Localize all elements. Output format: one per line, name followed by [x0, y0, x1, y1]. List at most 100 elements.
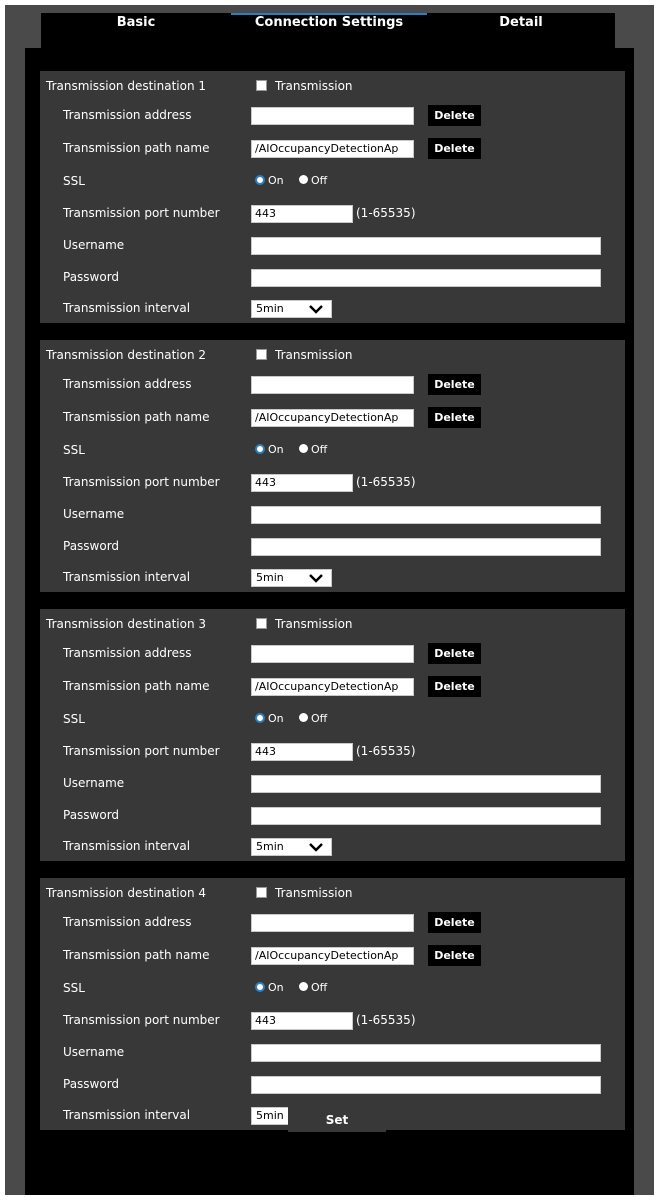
tab-connection-settings[interactable]: Connection Settings	[231, 13, 427, 48]
tab-bar: Basic Connection Settings Detail	[5, 5, 654, 48]
delete-path-button[interactable]: Delete	[428, 676, 481, 697]
interval-value: 5min	[256, 1109, 284, 1122]
transmission-checkbox[interactable]	[256, 80, 267, 91]
password-label: Password	[63, 1077, 120, 1091]
tab-basic[interactable]: Basic	[41, 13, 231, 48]
settings-frame: Basic Connection Settings Detail Transmi…	[5, 5, 654, 1195]
interval-value: 5min	[256, 302, 284, 315]
port-input[interactable]: 443	[251, 205, 353, 223]
delete-path-button[interactable]: Delete	[428, 138, 481, 159]
delete-path-button[interactable]: Delete	[428, 407, 481, 428]
transmission-checkbox-label: Transmission	[275, 79, 353, 93]
password-label: Password	[63, 808, 120, 822]
chevron-down-icon	[309, 843, 323, 852]
row-address: Transmission address Delete	[40, 374, 625, 396]
row-address: Transmission address Delete	[40, 912, 625, 934]
row-interval: Transmission interval 5min	[40, 567, 625, 589]
row-interval: Transmission interval 5min	[40, 298, 625, 320]
row-username: Username	[40, 235, 625, 257]
ssl-label: SSL	[63, 981, 85, 995]
address-input[interactable]	[251, 107, 414, 125]
tab-detail[interactable]: Detail	[427, 13, 615, 48]
path-input[interactable]: /AIOccupancyDetectionAp	[251, 678, 414, 696]
ssl-off-radio[interactable]	[299, 982, 308, 991]
row-ssl: SSL On Off	[40, 171, 625, 193]
destination-section-1: Transmission destination 1 Transmission …	[40, 71, 625, 323]
address-input[interactable]	[251, 645, 414, 663]
ssl-label: SSL	[63, 712, 85, 726]
port-input[interactable]: 443	[251, 474, 353, 492]
username-label: Username	[63, 776, 125, 790]
username-input[interactable]	[251, 237, 601, 255]
section-title: Transmission destination 4	[46, 886, 207, 900]
password-input[interactable]	[251, 269, 601, 287]
delete-address-button[interactable]: Delete	[428, 105, 481, 126]
ssl-on-radio[interactable]	[255, 982, 265, 992]
port-range-hint: (1-65535)	[356, 1013, 416, 1027]
interval-select[interactable]: 5min	[251, 300, 332, 318]
row-address: Transmission address Delete	[40, 643, 625, 665]
password-input[interactable]	[251, 807, 601, 825]
row-username: Username	[40, 504, 625, 526]
password-label: Password	[63, 270, 120, 284]
ssl-on-radio[interactable]	[255, 175, 265, 185]
ssl-off-radio[interactable]	[299, 713, 308, 722]
transmission-checkbox[interactable]	[256, 618, 267, 629]
password-input[interactable]	[251, 1076, 601, 1094]
ssl-on-radio[interactable]	[255, 713, 265, 723]
transmission-checkbox[interactable]	[256, 349, 267, 360]
row-ssl: SSL On Off	[40, 709, 625, 731]
row-password: Password	[40, 267, 625, 289]
ssl-off-radio[interactable]	[299, 444, 308, 453]
delete-address-button[interactable]: Delete	[428, 643, 481, 664]
username-label: Username	[63, 507, 125, 521]
path-input[interactable]: /AIOccupancyDetectionAp	[251, 140, 414, 158]
transmission-checkbox[interactable]	[256, 887, 267, 898]
row-path: Transmission path name /AIOccupancyDetec…	[40, 945, 625, 967]
interval-value: 5min	[256, 840, 284, 853]
path-input[interactable]: /AIOccupancyDetectionAp	[251, 409, 414, 427]
row-username: Username	[40, 1042, 625, 1064]
row-password: Password	[40, 1074, 625, 1096]
port-range-hint: (1-65535)	[356, 206, 416, 220]
port-label: Transmission port number	[63, 1013, 220, 1027]
set-button[interactable]: Set	[288, 1107, 386, 1132]
row-path: Transmission path name /AIOccupancyDetec…	[40, 676, 625, 698]
delete-path-button[interactable]: Delete	[428, 945, 481, 966]
interval-label: Transmission interval	[63, 1108, 191, 1122]
interval-label: Transmission interval	[63, 301, 191, 315]
interval-select[interactable]: 5min	[251, 569, 332, 587]
address-label: Transmission address	[63, 377, 192, 391]
path-input[interactable]: /AIOccupancyDetectionAp	[251, 947, 414, 965]
ssl-on-radio[interactable]	[255, 444, 265, 454]
port-input[interactable]: 443	[251, 743, 353, 761]
row-ssl: SSL On Off	[40, 978, 625, 1000]
port-input[interactable]: 443	[251, 1012, 353, 1030]
username-input[interactable]	[251, 506, 601, 524]
ssl-off-radio[interactable]	[299, 175, 308, 184]
path-label: Transmission path name	[63, 410, 210, 424]
address-input[interactable]	[251, 914, 414, 932]
interval-select[interactable]: 5min	[251, 838, 332, 856]
ssl-on-label: On	[268, 981, 284, 994]
row-username: Username	[40, 773, 625, 795]
username-input[interactable]	[251, 1044, 601, 1062]
address-label: Transmission address	[63, 646, 192, 660]
port-label: Transmission port number	[63, 475, 220, 489]
delete-address-button[interactable]: Delete	[428, 374, 481, 395]
password-label: Password	[63, 539, 120, 553]
row-ssl: SSL On Off	[40, 440, 625, 462]
password-input[interactable]	[251, 538, 601, 556]
ssl-off-label: Off	[311, 981, 328, 994]
address-label: Transmission address	[63, 915, 192, 929]
chevron-down-icon	[309, 574, 323, 583]
address-input[interactable]	[251, 376, 414, 394]
destination-section-3: Transmission destination 3 Transmission …	[40, 609, 625, 861]
row-address: Transmission address Delete	[40, 105, 625, 127]
username-input[interactable]	[251, 775, 601, 793]
row-interval: Transmission interval 5min	[40, 836, 625, 858]
delete-address-button[interactable]: Delete	[428, 912, 481, 933]
ssl-on-label: On	[268, 712, 284, 725]
row-path: Transmission path name /AIOccupancyDetec…	[40, 407, 625, 429]
ssl-label: SSL	[63, 443, 85, 457]
